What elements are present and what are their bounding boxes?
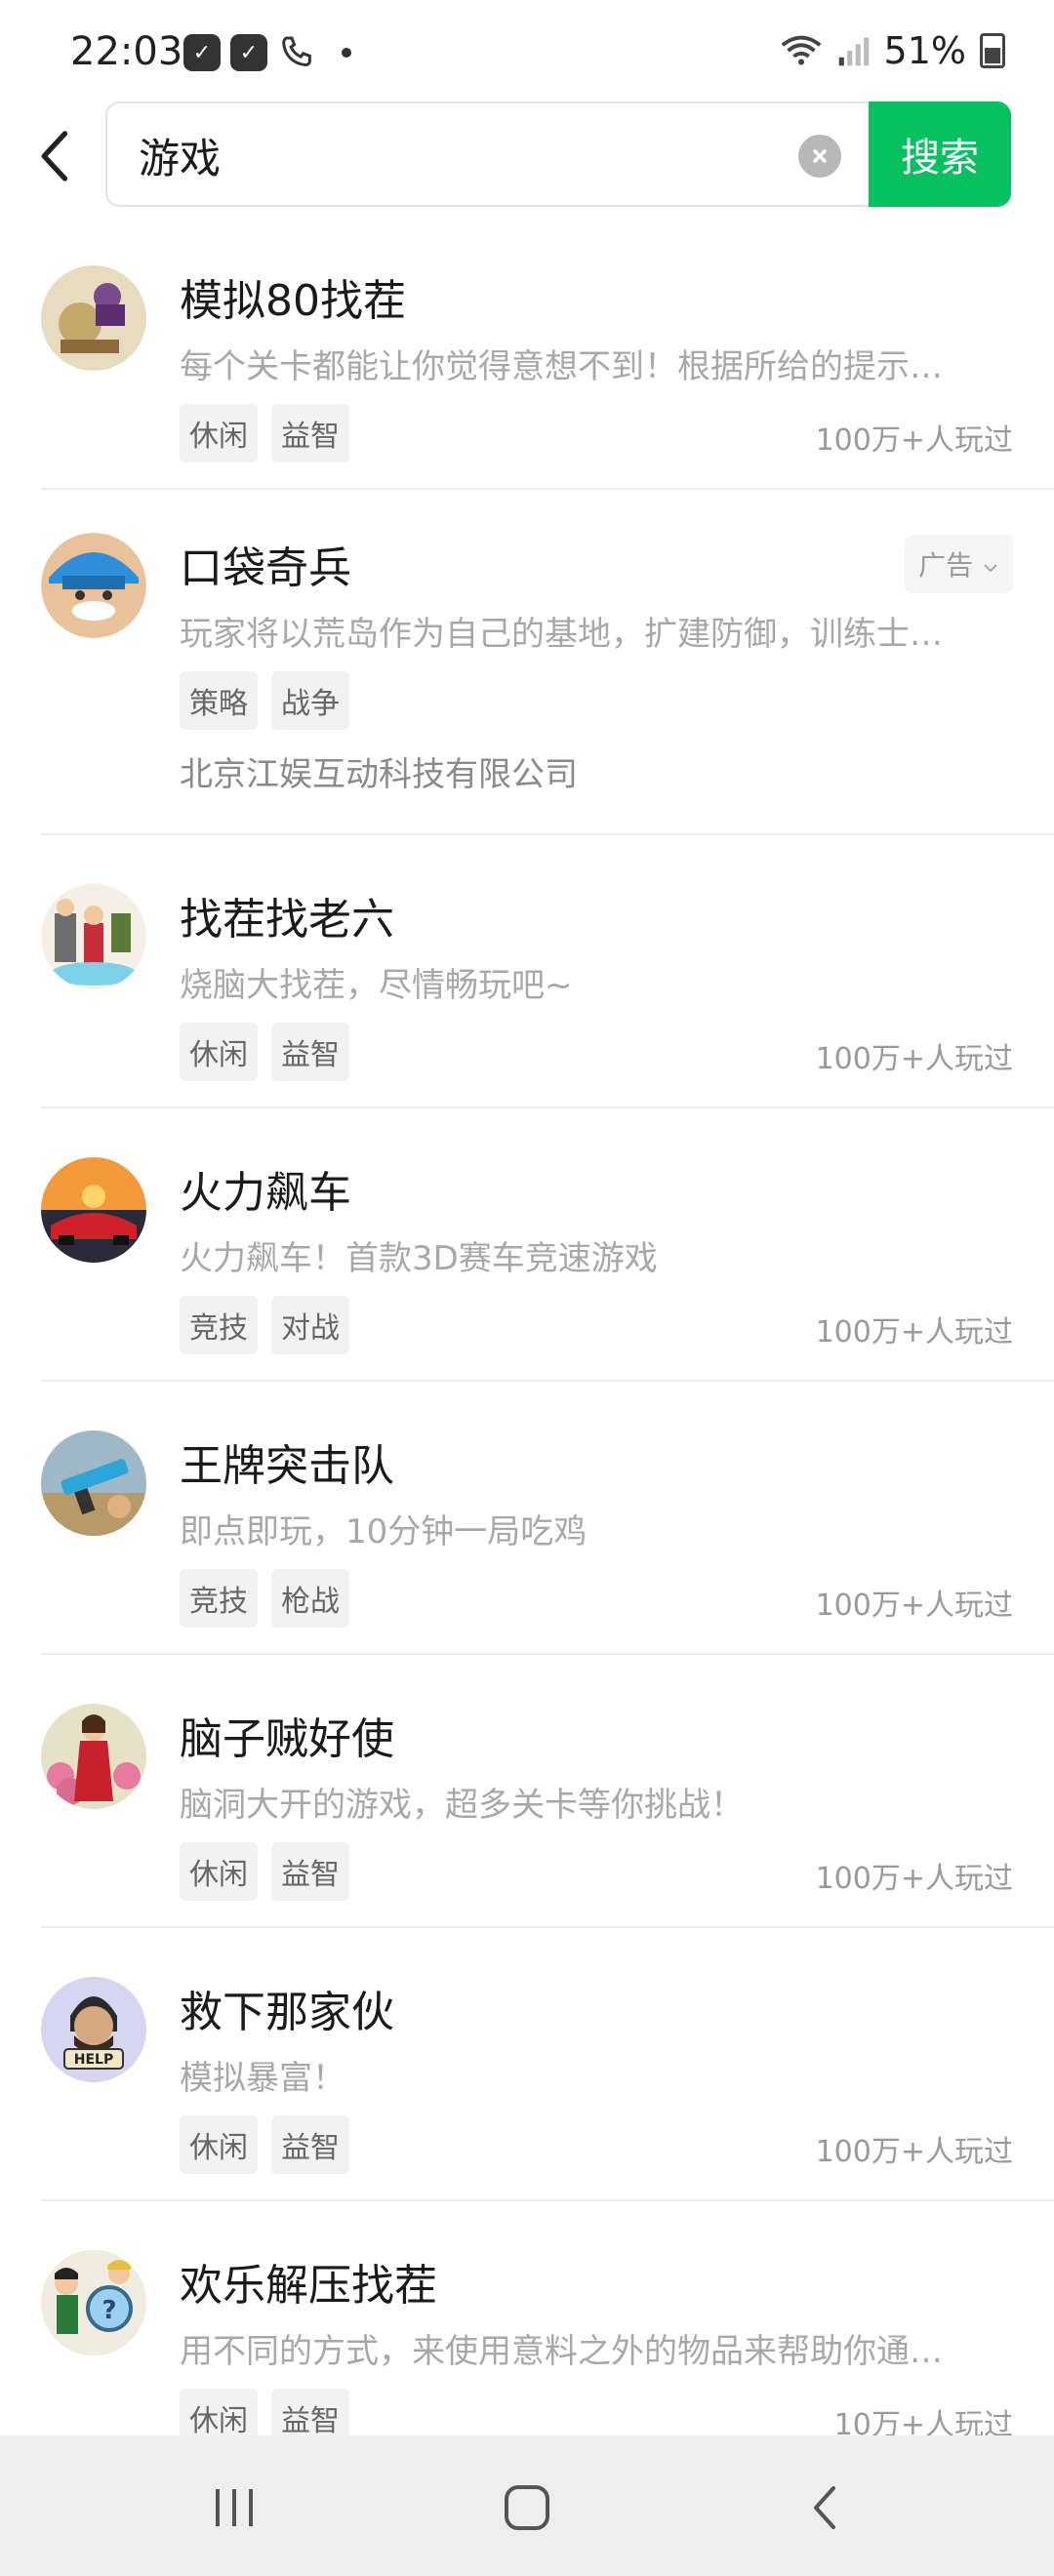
result-item[interactable]: 找茬找老六 烧脑大找茬，尽情畅玩吧~ 休闲 益智 100万+人玩过: [41, 835, 1054, 1108]
game-description: 用不同的方式，来使用意料之外的物品来帮助你通…: [180, 2332, 943, 2371]
game-title: 王牌突击队: [180, 1441, 394, 1491]
play-count: 100万+人玩过: [815, 1862, 1013, 1896]
result-item[interactable]: HELP 救下那家伙 模拟暴富！ 休闲 益智 100万+人玩过: [41, 1928, 1054, 2201]
tag-row: 策略 战争: [180, 671, 349, 730]
tag-row: 休闲 益智: [180, 1842, 349, 1901]
tag: 益智: [271, 1023, 349, 1081]
tag: 对战: [271, 1296, 349, 1354]
help-sign-text: HELP: [74, 2052, 113, 2068]
status-time: 22:03: [70, 29, 183, 74]
ad-label: 广告: [918, 549, 974, 582]
status-notification-icons: ✓ ✓: [183, 33, 351, 72]
battery-icon: [980, 33, 1005, 68]
result-item[interactable]: 模拟80找茬 每个关卡都能让你觉得意想不到！根据所给的提示… 休闲 益智 100…: [41, 244, 1054, 490]
tag: 益智: [271, 2115, 349, 2174]
game-description: 模拟暴富！: [180, 2059, 345, 2098]
search-input[interactable]: [137, 121, 775, 189]
game-description: 脑洞大开的游戏，超多关卡等你挑战！: [180, 1786, 744, 1825]
result-item[interactable]: 王牌突击队 即点即玩，10分钟一局吃鸡 竞技 枪战 100万+人玩过: [41, 1382, 1054, 1655]
developer-name: 北京江娱互动科技有限公司: [180, 755, 578, 794]
game-avatar: ?: [41, 2250, 146, 2355]
game-title: 欢乐解压找茬: [180, 2261, 437, 2311]
result-list: 模拟80找茬 每个关卡都能让你觉得意想不到！根据所给的提示… 休闲 益智 100…: [0, 244, 1054, 2475]
play-count: 100万+人玩过: [815, 1589, 1013, 1623]
tag-row: 休闲 益智: [180, 2115, 349, 2174]
game-title: 脑子贼好使: [180, 1714, 394, 1764]
tag: 枪战: [271, 1569, 349, 1628]
tag: 竞技: [180, 1569, 258, 1628]
game-title: 救下那家伙: [180, 1988, 394, 2037]
recent-apps-button[interactable]: [205, 2478, 264, 2537]
notification-app-icon: ✓: [230, 34, 267, 71]
game-description: 玩家将以荒岛作为自己的基地，扩建防御，训练士…: [180, 615, 943, 654]
search-button[interactable]: 搜索: [869, 101, 1011, 207]
chevron-down-icon: [984, 564, 997, 573]
tag-row: 竞技 枪战: [180, 1569, 349, 1628]
status-bar: 22:03 ✓ ✓ 51%: [0, 0, 1054, 102]
game-description: 烧脑大找茬，尽情畅玩吧~: [180, 966, 573, 1005]
game-description: 火力飙车！首款3D赛车竞速游戏: [180, 1239, 658, 1278]
back-button[interactable]: [29, 127, 78, 185]
nav-back-button[interactable]: [795, 2478, 854, 2537]
tag-row: 竞技 对战: [180, 1296, 349, 1354]
close-icon: [813, 149, 827, 163]
tag: 益智: [271, 404, 349, 463]
game-avatar: HELP: [41, 1977, 146, 2082]
tag: 战争: [271, 671, 349, 730]
play-count: 100万+人玩过: [815, 2135, 1013, 2169]
ad-badge[interactable]: 广告: [905, 535, 1013, 593]
tag: 策略: [180, 671, 258, 730]
system-navigation-bar: [0, 2435, 1054, 2576]
tag: 休闲: [180, 1842, 258, 1901]
back-arrow-icon: [814, 2486, 835, 2529]
recent-apps-icon: [216, 2489, 253, 2526]
game-avatar: [41, 533, 146, 638]
search-box: [105, 101, 874, 207]
tag: 休闲: [180, 1023, 258, 1081]
game-avatar: [41, 1157, 146, 1263]
battery-percent: 51%: [883, 29, 966, 72]
question-mark-glyph: ?: [101, 2296, 116, 2325]
game-description: 即点即玩，10分钟一局吃鸡: [180, 1512, 588, 1551]
notification-app-icon: ✓: [183, 34, 221, 71]
tag: 休闲: [180, 404, 258, 463]
play-count: 100万+人玩过: [815, 1042, 1013, 1076]
game-title: 口袋奇兵: [180, 543, 351, 593]
game-avatar: [41, 265, 146, 371]
tag-row: 休闲 益智: [180, 1023, 349, 1081]
game-avatar: [41, 1430, 146, 1536]
phone-icon: [282, 36, 311, 67]
clear-search-button[interactable]: [798, 135, 841, 178]
tag-row: 休闲 益智: [180, 404, 349, 463]
game-avatar: [41, 884, 146, 989]
result-item-ad[interactable]: 口袋奇兵 广告 玩家将以荒岛作为自己的基地，扩建防御，训练士… 策略 战争 北京…: [41, 490, 1054, 835]
result-item[interactable]: ? 欢乐解压找茬 用不同的方式，来使用意料之外的物品来帮助你通… 休闲 益智 1…: [41, 2201, 1054, 2475]
tag: 休闲: [180, 2115, 258, 2174]
result-item[interactable]: 火力飙车 火力飙车！首款3D赛车竞速游戏 竞技 对战 100万+人玩过: [41, 1108, 1054, 1382]
home-icon: [505, 2485, 549, 2530]
status-system-icons: 51%: [779, 29, 1005, 72]
game-description: 每个关卡都能让你觉得意想不到！根据所给的提示…: [180, 347, 943, 386]
signal-icon: [838, 37, 869, 66]
home-button[interactable]: [498, 2478, 556, 2537]
play-count: 100万+人玩过: [815, 1315, 1013, 1349]
result-item[interactable]: 脑子贼好使 脑洞大开的游戏，超多关卡等你挑战！ 休闲 益智 100万+人玩过: [41, 1655, 1054, 1928]
tag: 竞技: [180, 1296, 258, 1354]
chevron-left-icon: [41, 131, 68, 181]
game-title: 模拟80找茬: [180, 276, 406, 326]
game-title: 火力飙车: [180, 1168, 351, 1218]
game-avatar: [41, 1704, 146, 1809]
game-title: 找茬找老六: [180, 895, 394, 945]
wifi-icon: [781, 35, 821, 65]
play-count: 100万+人玩过: [815, 423, 1013, 458]
more-notifications-dot: [342, 48, 351, 58]
tag: 益智: [271, 1842, 349, 1901]
